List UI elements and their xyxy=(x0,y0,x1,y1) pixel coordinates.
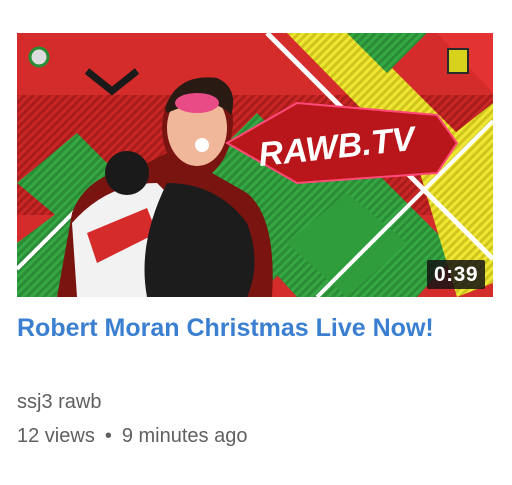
meta-separator: • xyxy=(104,425,112,447)
video-thumbnail[interactable]: RAWB.TV 0:39 xyxy=(17,33,493,297)
video-card[interactable]: RAWB.TV 0:39 Robert Moran Christmas Live… xyxy=(0,0,512,485)
upload-time: 9 minutes ago xyxy=(121,425,248,447)
channel-name[interactable]: ssj3 rawb xyxy=(17,389,101,415)
video-title[interactable]: Robert Moran Christmas Live Now! xyxy=(17,311,487,345)
duration-badge: 0:39 xyxy=(426,260,485,289)
thumbnail-image: RAWB.TV xyxy=(17,33,493,297)
video-metadata: 12 views • 9 minutes ago xyxy=(17,423,247,449)
view-count: 12 views xyxy=(17,425,95,447)
